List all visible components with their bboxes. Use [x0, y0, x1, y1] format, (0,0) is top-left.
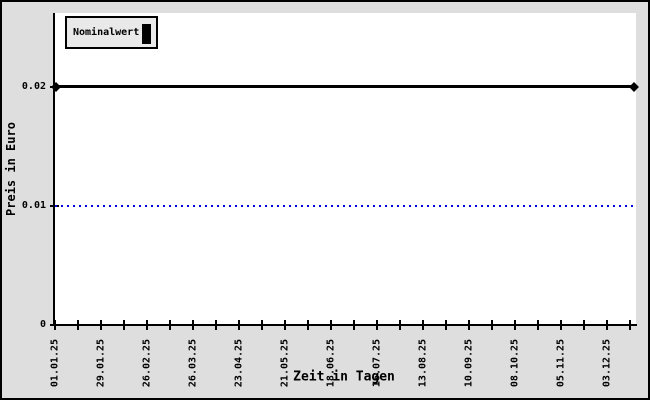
x-tick-mark	[146, 320, 148, 330]
x-minor-tick-mark	[491, 320, 493, 330]
x-tick-mark	[192, 320, 194, 330]
y-axis-line	[53, 13, 55, 326]
x-minor-tick-mark	[77, 320, 79, 330]
chart-frame: 00.010.0201.01.2529.01.2526.02.2526.03.2…	[0, 0, 650, 400]
x-tick-mark	[100, 320, 102, 330]
x-tick-mark	[422, 320, 424, 330]
x-tick-mark	[468, 320, 470, 330]
x-tick-label: 23.04.25	[234, 339, 245, 387]
legend-box: Nominalwert	[65, 16, 158, 49]
x-tick-mark	[330, 320, 332, 330]
x-axis-line	[53, 324, 637, 326]
reference-line-dotted	[55, 205, 633, 207]
x-tick-mark	[238, 320, 240, 330]
x-minor-tick-mark	[399, 320, 401, 330]
x-tick-label: 08.10.25	[510, 339, 521, 387]
x-minor-tick-mark	[215, 320, 217, 330]
x-tick-mark	[606, 320, 608, 330]
x-tick-mark	[376, 320, 378, 330]
x-minor-tick-mark	[307, 320, 309, 330]
x-tick-label: 05.11.25	[556, 339, 567, 387]
x-tick-label: 03.12.25	[602, 339, 613, 387]
legend-entry-marker-icon	[142, 24, 151, 44]
y-tick-label: 0	[6, 319, 46, 330]
x-minor-tick-mark	[445, 320, 447, 330]
x-tick-label: 26.02.25	[142, 339, 153, 387]
x-minor-tick-mark	[261, 320, 263, 330]
y-axis-title: Preis in Euro	[4, 122, 18, 216]
x-tick-mark	[560, 320, 562, 330]
series-line-nominalwert	[55, 85, 634, 88]
x-axis-title: Zeit in Tagen	[293, 370, 395, 385]
x-minor-tick-mark	[537, 320, 539, 330]
x-tick-mark	[514, 320, 516, 330]
x-minor-tick-mark	[583, 320, 585, 330]
x-tick-label: 10.09.25	[464, 339, 475, 387]
x-tick-label: 29.01.25	[96, 339, 107, 387]
x-tick-label: 26.03.25	[188, 339, 199, 387]
x-tick-label: 13.08.25	[418, 339, 429, 387]
x-tick-mark	[284, 320, 286, 330]
x-minor-tick-mark	[169, 320, 171, 330]
y-tick-label: 0.02	[6, 81, 46, 92]
legend-entry-label: Nominalwert	[73, 27, 139, 38]
x-minor-tick-mark	[629, 320, 631, 330]
x-tick-label: 21.05.25	[280, 339, 291, 387]
x-minor-tick-mark	[123, 320, 125, 330]
x-tick-label: 01.01.25	[50, 339, 61, 387]
plot-area	[54, 13, 636, 325]
x-tick-mark	[54, 320, 56, 330]
x-minor-tick-mark	[353, 320, 355, 330]
